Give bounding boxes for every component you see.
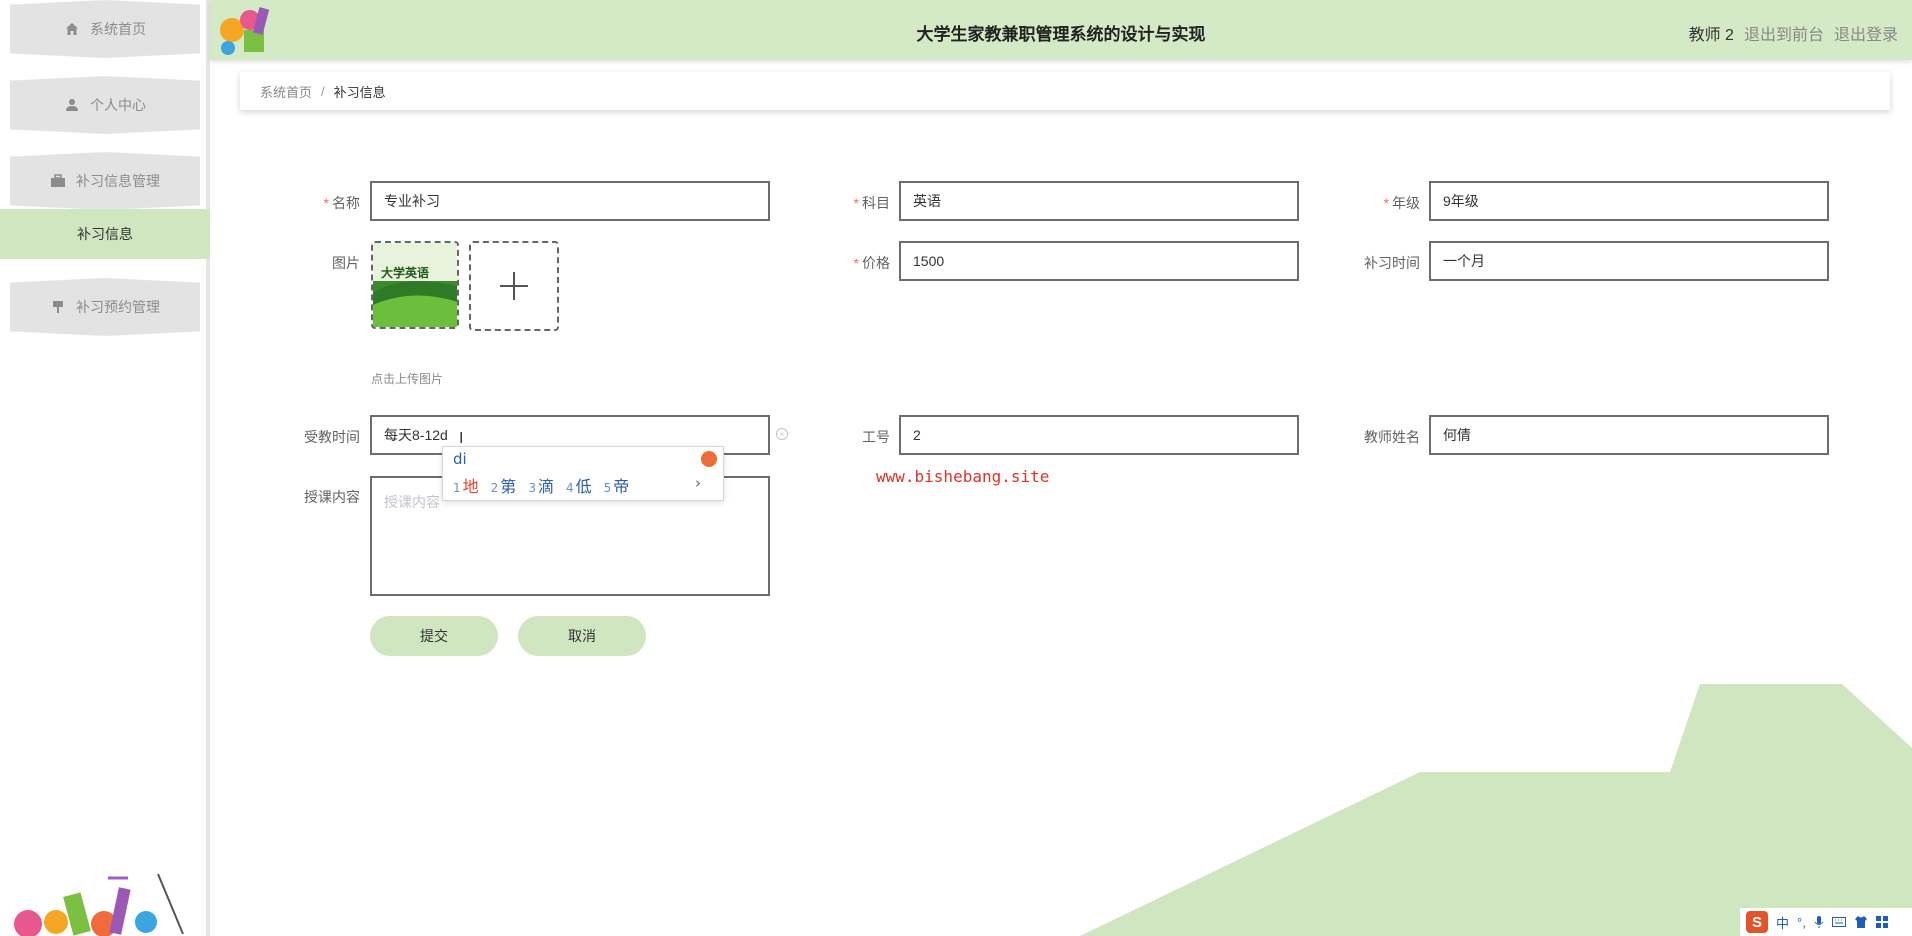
name-label: * 名称 <box>323 195 360 211</box>
plus-icon <box>500 272 528 300</box>
sogou-logo-icon[interactable]: S <box>1746 911 1768 933</box>
sidebar: 系统首页 个人中心 补习信息管理 补习信息 补习预约管理 <box>0 0 210 936</box>
ime-language-toggle[interactable]: 中 <box>1776 913 1789 932</box>
ime-toolbar: S 中 °, <box>1740 908 1912 936</box>
page-title: 大学生家教兼职管理系统的设计与实现 <box>916 25 1206 44</box>
ime-candidate[interactable]: 1地 <box>453 473 479 497</box>
keyboard-icon[interactable] <box>1831 917 1846 927</box>
ime-candidate[interactable]: 3滴 <box>528 473 554 497</box>
teacher-name-label: 教师姓名 <box>1364 429 1420 445</box>
content-label: 授课内容 <box>304 489 360 505</box>
skin-shirt-icon[interactable] <box>1854 916 1868 928</box>
image-label: 图片 <box>332 255 360 271</box>
ime-candidate[interactable]: 5帝 <box>604 473 630 497</box>
breadcrumb-current: 补习信息 <box>333 84 386 100</box>
decoration-doodle <box>14 873 184 936</box>
ime-candidates: 1地 2第 3滴 4低 5帝 <box>453 473 629 497</box>
teach-time-label: 受教时间 <box>304 429 360 445</box>
sidebar-item-label: 补习信息管理 <box>76 173 160 189</box>
logout-link[interactable]: 退出登录 <box>1834 21 1898 45</box>
grade-input[interactable]: 9年级 <box>1429 181 1829 221</box>
sidebar-item-booking-management[interactable]: 补习预约管理 <box>10 278 200 336</box>
job-no-input[interactable]: 2 <box>899 415 1299 455</box>
user-menu: 教师 2 退出到前台 退出登录 <box>1689 21 1898 45</box>
cancel-button[interactable]: 取消 <box>518 616 646 656</box>
top-header: 大学生家教兼职管理系统的设计与实现 教师 2 退出到前台 退出登录 <box>210 0 1912 60</box>
ime-pinyin: di <box>453 450 467 468</box>
book-cover-title: 大学英语 <box>381 265 429 280</box>
duration-input[interactable]: 一个月 <box>1429 241 1829 281</box>
breadcrumb-separator: / <box>321 83 325 99</box>
sidebar-item-tutoring-management[interactable]: 补习信息管理 <box>10 152 200 210</box>
breadcrumb-home[interactable]: 系统首页 <box>260 82 312 101</box>
sidebar-subitem-label: 补习信息 <box>77 226 133 242</box>
submit-button[interactable]: 提交 <box>370 616 498 656</box>
punctuation-icon[interactable]: °, <box>1797 915 1806 930</box>
sidebar-item-label: 系统首页 <box>90 21 146 37</box>
microphone-icon[interactable] <box>1814 915 1824 929</box>
background-hill-shape <box>1080 684 1912 936</box>
user-name: 教师 2 <box>1688 27 1734 44</box>
ime-logo-icon <box>701 451 717 467</box>
breadcrumb: 系统首页 / 补习信息 <box>240 72 1890 110</box>
ime-candidate-popup: di 1地 2第 3滴 4低 5帝 › <box>442 446 724 501</box>
name-input[interactable]: 专业补习 <box>370 181 770 221</box>
upload-add-button[interactable] <box>469 241 559 331</box>
clear-icon[interactable]: × <box>776 428 788 440</box>
sidebar-item-home[interactable]: 系统首页 <box>10 0 200 58</box>
ime-candidate[interactable]: 2第 <box>491 473 517 497</box>
sidebar-item-label: 补习预约管理 <box>76 299 160 315</box>
subject-input[interactable]: 英语 <box>899 181 1299 221</box>
sidebar-subitem-tutoring-info[interactable]: 补习信息 <box>0 209 210 259</box>
uploaded-image-thumbnail[interactable]: 大学英语 <box>371 241 459 329</box>
grade-label: * 年级 <box>1383 195 1420 211</box>
pin-icon <box>50 299 66 315</box>
duration-label: 补习时间 <box>1364 255 1420 271</box>
subject-label: * 科目 <box>853 195 890 211</box>
teacher-name-input[interactable]: 何倩 <box>1429 415 1829 455</box>
sidebar-item-label: 个人中心 <box>90 97 146 113</box>
sidebar-item-personal[interactable]: 个人中心 <box>10 76 200 134</box>
ime-candidate[interactable]: 4低 <box>566 473 592 497</box>
job-no-label: 工号 <box>862 429 890 445</box>
book-cover-image: 大学英语 <box>373 243 457 327</box>
briefcase-icon <box>50 173 66 189</box>
home-icon <box>64 21 80 37</box>
price-input[interactable]: 1500 <box>899 241 1299 281</box>
price-label: * 价格 <box>853 255 890 271</box>
user-icon <box>64 97 80 113</box>
ime-next-page-icon[interactable]: › <box>695 474 701 492</box>
back-to-front-link[interactable]: 退出到前台 <box>1744 21 1824 45</box>
grid-menu-icon[interactable] <box>1875 916 1888 928</box>
upload-hint-text: 点击上传图片 <box>371 372 444 386</box>
watermark-text: www.bishebang.site <box>876 467 1050 486</box>
